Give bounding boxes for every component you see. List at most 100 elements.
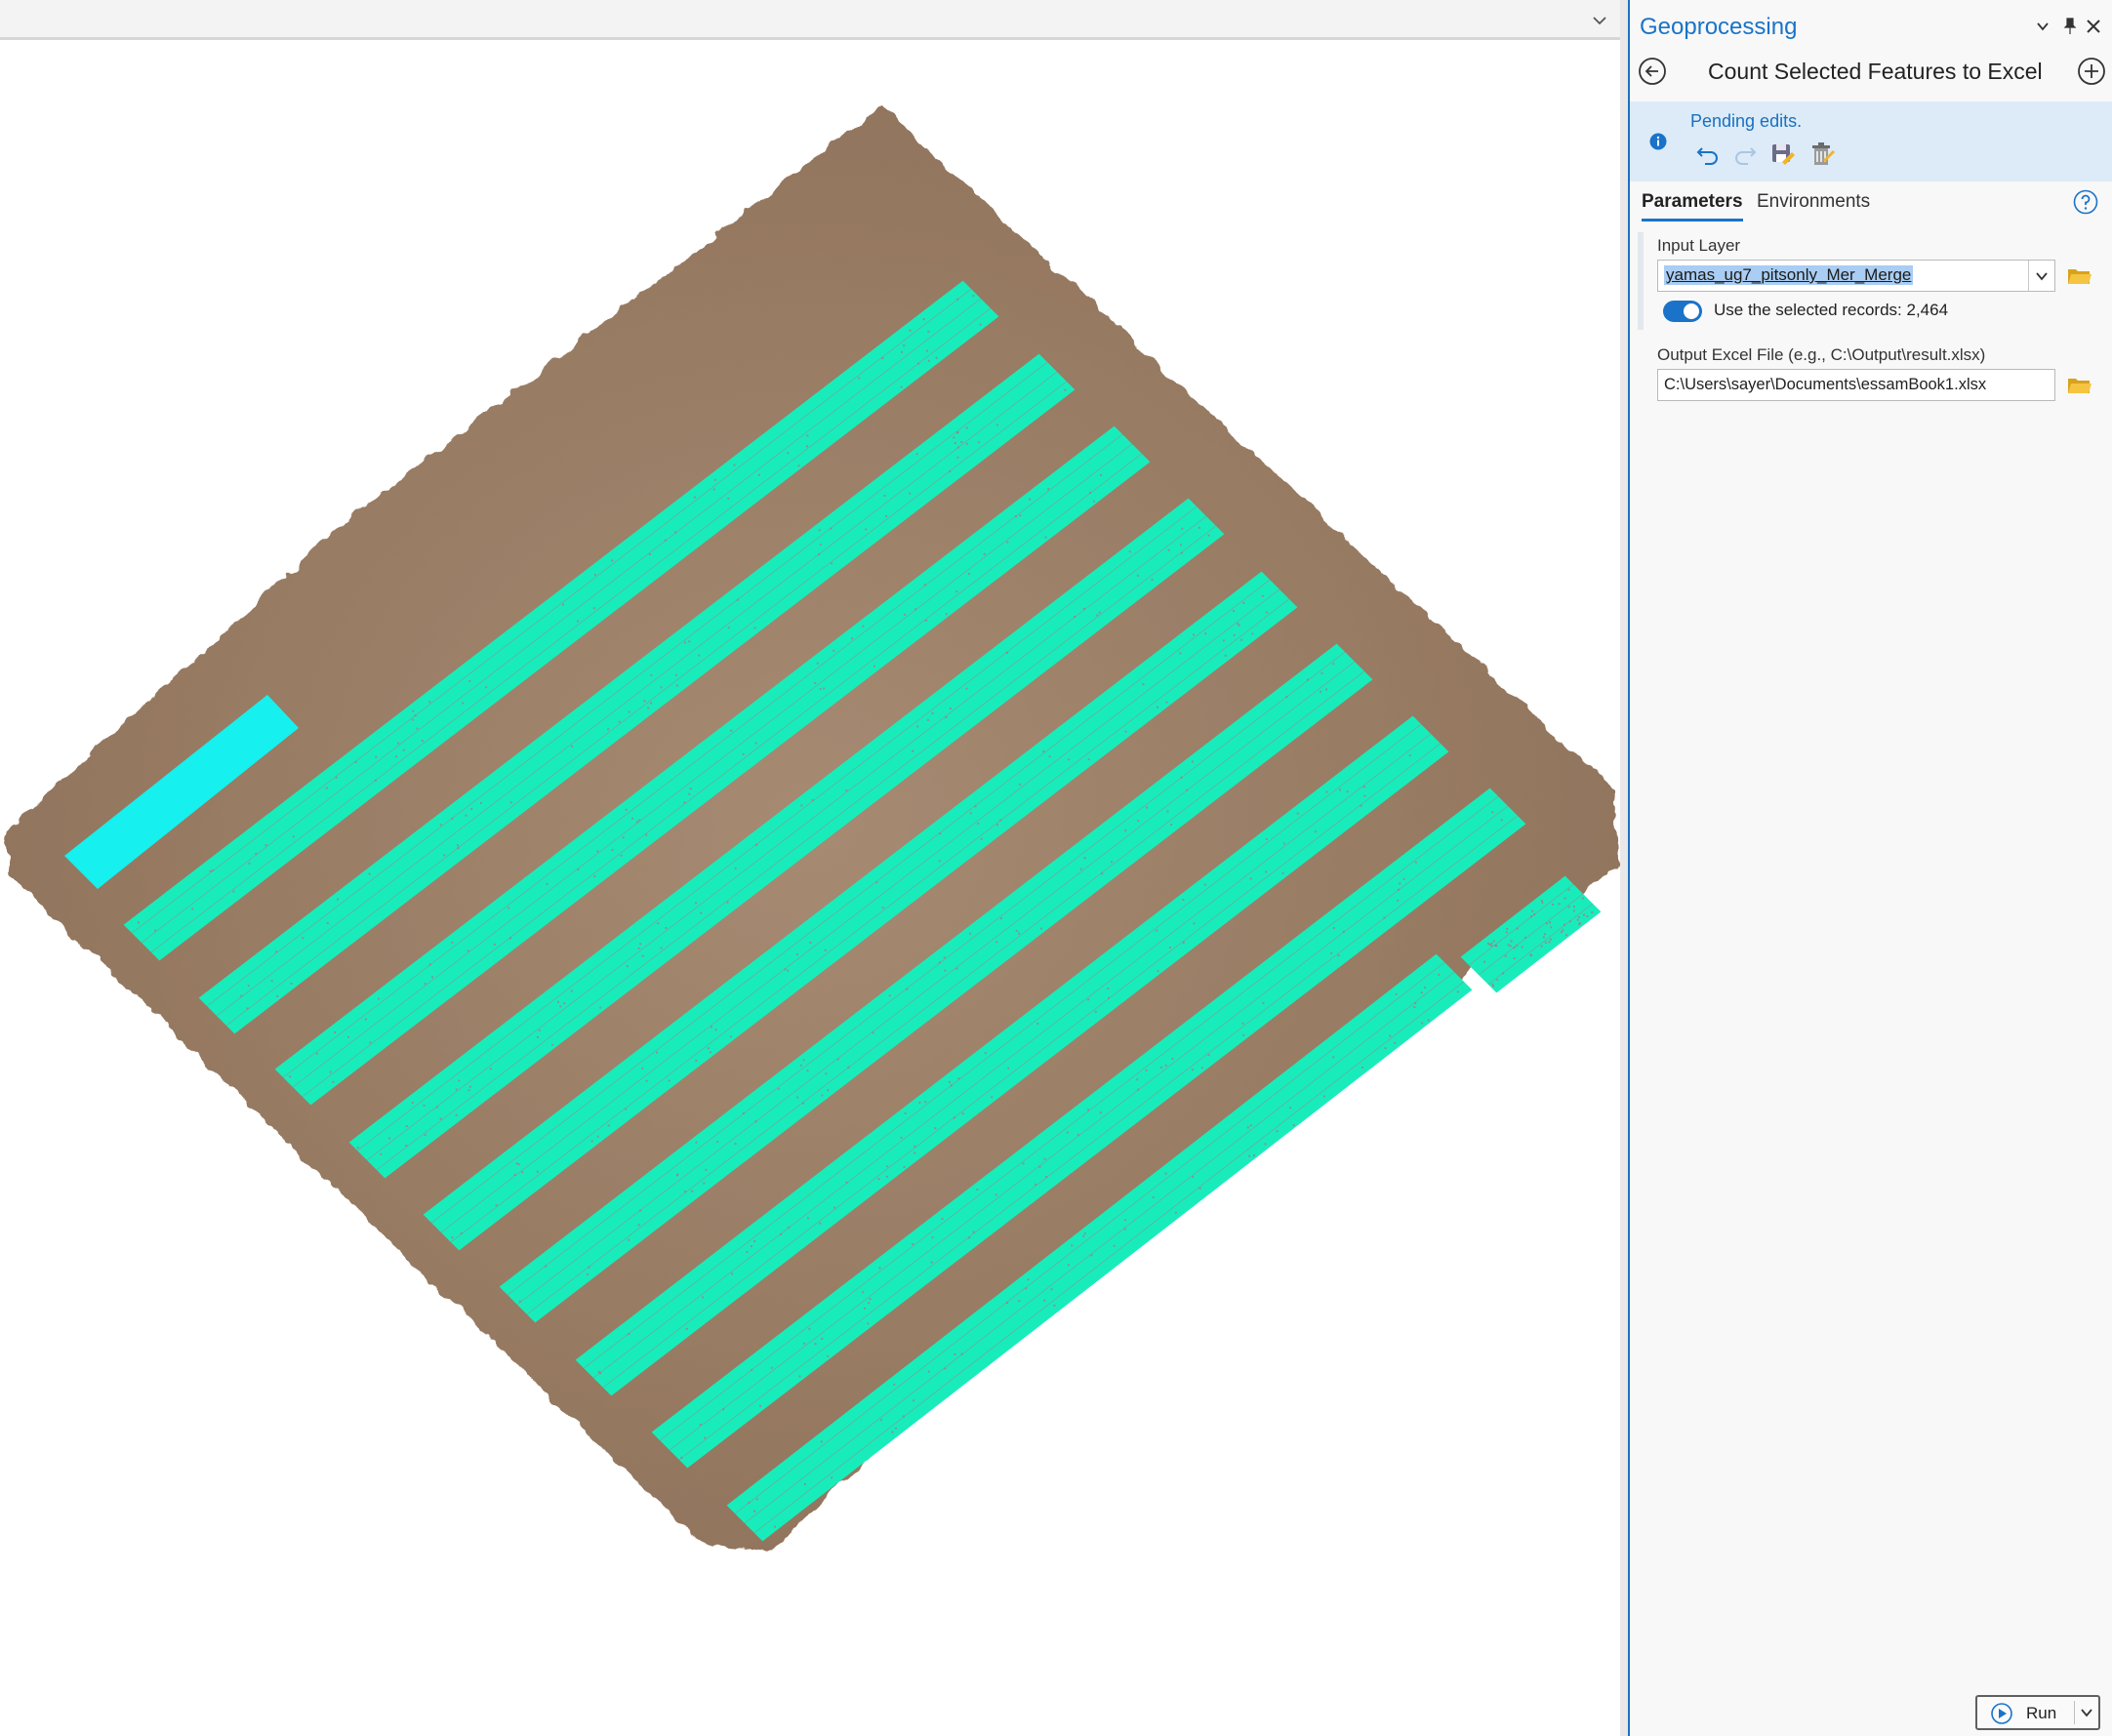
plant-mark (953, 436, 955, 439)
plant-mark (1181, 551, 1183, 554)
plant-mark (1182, 941, 1185, 944)
plant-mark (702, 1296, 704, 1299)
plant-mark (664, 539, 667, 542)
plant-mark (1171, 1058, 1174, 1060)
plant-mark (1332, 1056, 1335, 1059)
plant-mark (1420, 991, 1423, 994)
plant-mark (1191, 760, 1194, 763)
undo-icon[interactable] (1694, 141, 1722, 168)
plant-mark (977, 441, 980, 444)
plant-mark (1568, 920, 1571, 923)
plant-mark (1492, 985, 1495, 988)
plant-mark (1509, 945, 1512, 948)
plant-mark (1047, 488, 1050, 491)
plant-mark (628, 1333, 630, 1336)
plant-mark (914, 608, 917, 611)
plant-mark (1572, 909, 1575, 912)
plant-mark (1082, 607, 1085, 610)
run-button[interactable]: Run (1975, 1695, 2100, 1730)
plant-mark (638, 819, 641, 822)
plant-mark (784, 968, 787, 971)
plant-mark (325, 787, 328, 789)
plant-mark (1111, 861, 1113, 864)
plant-mark (1282, 842, 1285, 845)
help-icon[interactable] (2073, 189, 2098, 215)
plant-mark (1264, 1143, 1267, 1146)
plant-mark (746, 1251, 749, 1253)
input-layer-combobox[interactable]: yamas_ug7_pitsonly_Mer_Merge (1657, 260, 2055, 292)
map-view[interactable] (0, 0, 1628, 1736)
plant-mark (977, 823, 980, 825)
plant-mark (1113, 1244, 1116, 1247)
pane-splitter[interactable] (1620, 0, 1628, 1736)
redo-icon[interactable] (1731, 141, 1759, 168)
plant-mark (1038, 1165, 1041, 1168)
plant-mark (1191, 1069, 1194, 1071)
plant-mark (1513, 957, 1516, 959)
plant-mark (949, 470, 952, 473)
plant-mark (1583, 913, 1585, 916)
plant-mark (847, 1066, 850, 1069)
chevron-down-icon[interactable] (2028, 261, 2054, 291)
plant-mark (881, 907, 884, 909)
folder-open-icon[interactable] (2067, 375, 2092, 396)
plant-mark (518, 1300, 521, 1303)
plant-mark (1053, 1304, 1056, 1307)
plant-mark (712, 488, 715, 491)
plant-mark (1361, 1067, 1364, 1069)
plant-mark (883, 494, 886, 497)
tab-parameters[interactable]: Parameters (1642, 191, 1743, 222)
plant-mark (596, 850, 599, 853)
plant-mark (980, 837, 983, 840)
plant-mark (873, 665, 875, 667)
use-selected-records-toggle[interactable] (1663, 301, 1702, 322)
plant-mark (1394, 1041, 1397, 1044)
plant-mark (1207, 534, 1210, 537)
plant-mark (995, 1193, 997, 1196)
folder-open-icon[interactable] (2067, 265, 2092, 287)
plant-mark (674, 531, 677, 534)
output-file-input[interactable]: C:\Users\sayer\Documents\essamBook1.xlsx (1657, 369, 2055, 401)
plant-mark (941, 1218, 944, 1220)
plant-mark (955, 967, 958, 970)
chevron-down-icon[interactable] (1591, 12, 1608, 29)
plant-mark (645, 1079, 648, 1082)
chevron-down-icon[interactable] (2032, 16, 2053, 37)
plant-mark (974, 805, 977, 808)
plant-mark (625, 808, 628, 811)
plant-mark (571, 745, 574, 747)
plant-mark (1242, 1033, 1245, 1036)
plant-mark (1541, 902, 1544, 904)
add-icon[interactable] (2077, 57, 2106, 86)
plant-mark (369, 1041, 372, 1044)
plant-mark (1064, 388, 1067, 391)
plant-mark (1014, 515, 1017, 518)
plant-mark (637, 1224, 640, 1227)
plant-mark (1152, 1195, 1155, 1198)
tab-environments[interactable]: Environments (1757, 191, 1870, 213)
plant-mark (757, 473, 760, 476)
plant-mark (1035, 1183, 1036, 1186)
map-canvas[interactable] (0, 40, 1626, 1736)
plant-mark (470, 807, 473, 810)
back-arrow-icon[interactable] (1638, 57, 1667, 86)
plant-mark (1193, 922, 1196, 925)
plant-mark (650, 673, 653, 676)
plant-mark (412, 718, 414, 721)
close-icon[interactable] (2083, 16, 2104, 37)
plant-mark (513, 1174, 516, 1176)
pin-icon[interactable] (2059, 16, 2081, 37)
plant-mark (443, 854, 446, 857)
plant-mark (1071, 1244, 1074, 1247)
play-icon (1991, 1703, 2012, 1724)
plant-mark (1089, 491, 1091, 494)
chevron-down-icon[interactable] (2079, 1705, 2094, 1720)
plant-mark (1533, 913, 1536, 916)
plant-mark (909, 492, 912, 495)
plant-mark (428, 701, 431, 704)
discard-edits-icon[interactable] (1807, 141, 1835, 168)
save-edits-icon[interactable] (1768, 141, 1796, 168)
plant-mark (918, 1101, 921, 1104)
toggle-knob (1684, 303, 1699, 319)
plant-mark (368, 872, 371, 875)
